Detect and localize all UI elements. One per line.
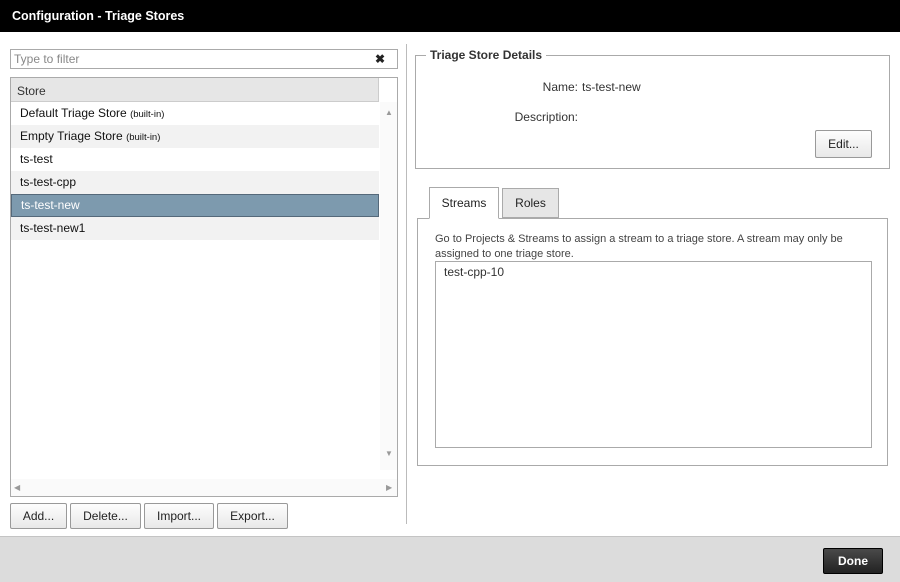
export-button[interactable]: Export... [217,503,288,529]
filter-input[interactable] [11,50,364,68]
edit-button[interactable]: Edit... [815,130,872,158]
tab-streams[interactable]: Streams [429,187,499,219]
vertical-scrollbar[interactable]: ▲ ▼ [380,102,397,470]
name-value: ts-test-new [582,80,641,94]
store-row-label: ts-test [20,152,53,166]
store-row-label: ts-test-cpp [20,175,77,189]
store-row-ts-test-new1[interactable]: ts-test-new1 [11,217,379,240]
streams-help-text: Go to Projects & Streams to assign a str… [435,233,843,260]
store-row-ts-test-new[interactable]: ts-test-new [11,194,379,217]
description-label: Description: [514,110,578,124]
filter-field[interactable]: ✖ [10,49,398,69]
store-row-label: ts-test-new1 [20,221,86,235]
store-row-default[interactable]: Default Triage Store (built-in) [11,102,379,125]
store-row-ts-test-cpp[interactable]: ts-test-cpp [11,171,379,194]
import-button[interactable]: Import... [144,503,214,529]
dialog-footer: Done [0,536,900,582]
store-row-ts-test[interactable]: ts-test [11,148,379,171]
scroll-up-icon[interactable]: ▲ [385,108,393,117]
scroll-left-icon[interactable]: ◀ [14,483,20,492]
store-row-label: Empty Triage Store [20,129,123,143]
store-row-empty[interactable]: Empty Triage Store (built-in) [11,125,379,148]
delete-button[interactable]: Delete... [70,503,141,529]
store-row-label: Default Triage Store [20,106,127,120]
panel-divider[interactable] [406,44,407,524]
done-button[interactable]: Done [823,548,883,574]
built-in-tag: (built-in) [126,132,161,143]
details-legend: Triage Store Details [430,48,543,62]
horizontal-scrollbar[interactable]: ◀ ▶ [11,479,397,496]
name-label: Name: [542,80,578,94]
tab-roles[interactable]: Roles [502,188,559,218]
store-row-label: ts-test-new [21,198,80,212]
store-list: Store Default Triage Store (built-in) Em… [10,77,398,497]
clear-filter-icon[interactable]: ✖ [375,52,385,66]
scroll-right-icon[interactable]: ▶ [386,483,392,492]
built-in-tag: (built-in) [130,109,165,120]
streams-panel: Go to Projects & Streams to assign a str… [417,218,888,466]
add-button[interactable]: Add... [10,503,67,529]
scroll-down-icon[interactable]: ▼ [385,449,393,458]
window-title: Configuration - Triage Stores [0,0,900,32]
streams-list[interactable]: test-cpp-10 [435,261,872,448]
stream-item[interactable]: test-cpp-10 [436,262,871,279]
store-column-header[interactable]: Store [11,78,379,102]
